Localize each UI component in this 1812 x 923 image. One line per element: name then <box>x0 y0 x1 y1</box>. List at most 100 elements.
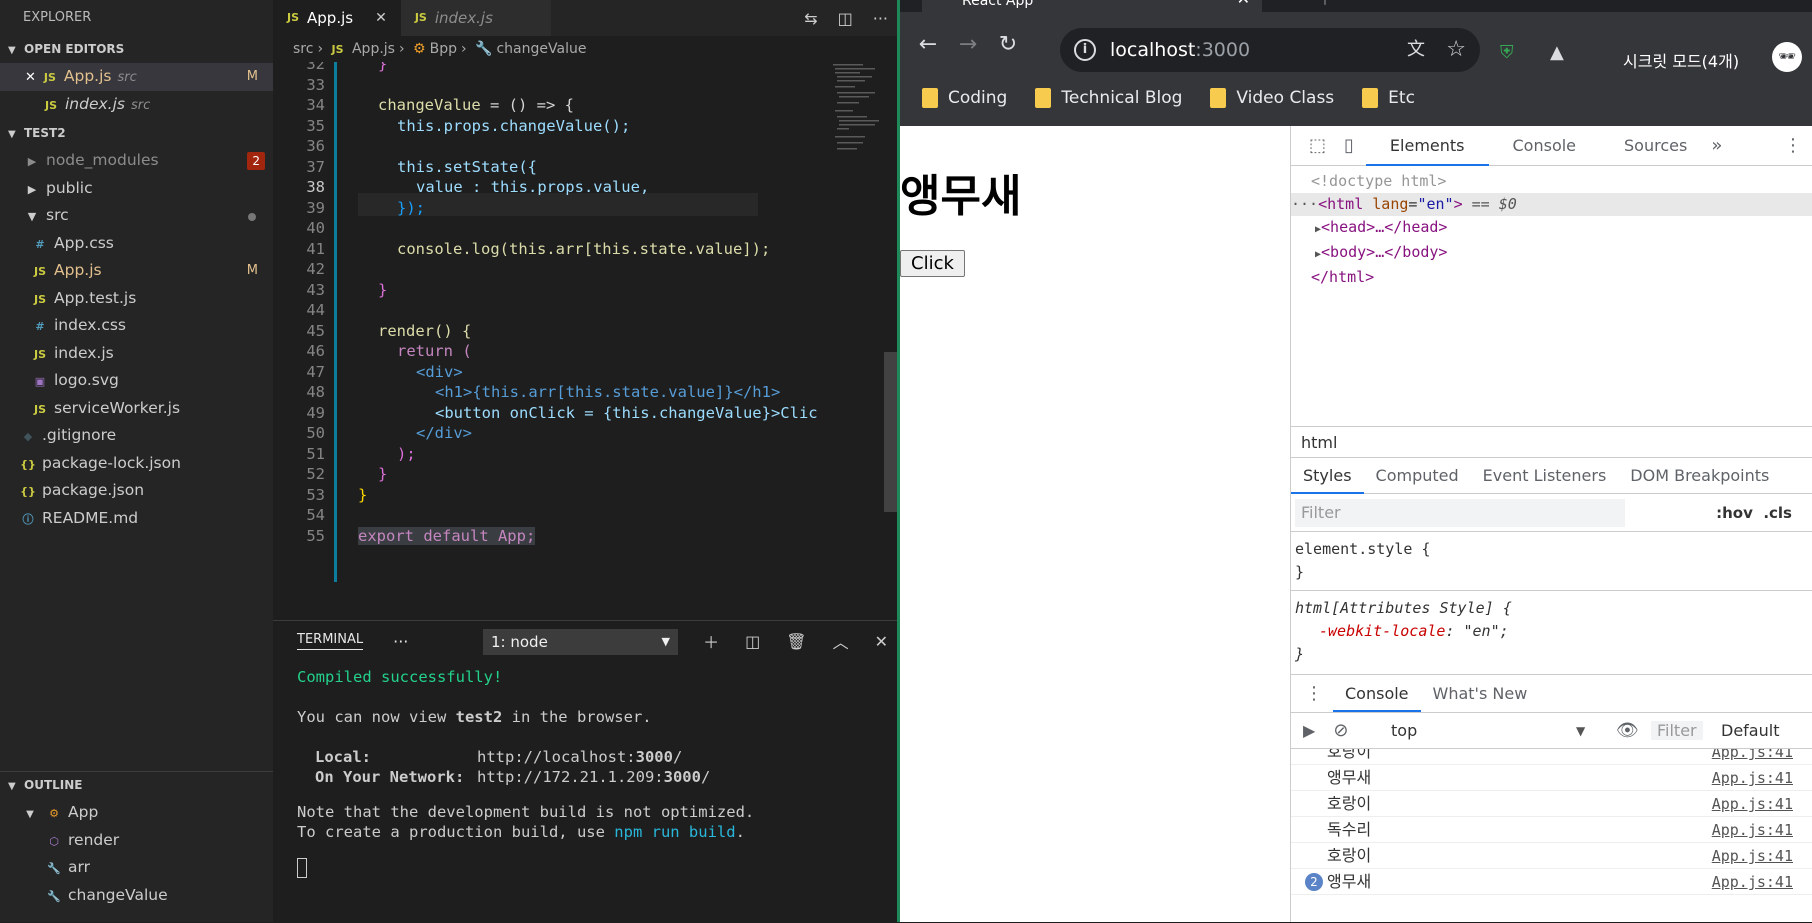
tree-item-src[interactable]: ▼ src <box>0 202 273 230</box>
close-panel-icon[interactable]: ✕ <box>875 632 888 651</box>
log-source-link[interactable]: App.js:41 <box>1712 843 1793 869</box>
console-filter-input[interactable]: Filter <box>1651 721 1703 740</box>
breadcrumb-item[interactable]: src <box>293 41 313 57</box>
terminal-select[interactable]: 1: node ▼ <box>483 629 678 655</box>
sidebar-toggle-icon[interactable]: ▶ <box>1303 721 1315 740</box>
dom-node-html[interactable]: ···<html lang="en"> == $0 <box>1291 193 1812 216</box>
click-button[interactable]: Click <box>900 250 965 277</box>
outline-item-arr[interactable]: 🔧 arr <box>0 854 273 882</box>
tree-item-service-worker[interactable]: JS serviceWorker.js <box>0 395 273 423</box>
tree-item-app-js[interactable]: JS App.js M <box>0 257 273 285</box>
cls-toggle[interactable]: .cls <box>1763 504 1792 522</box>
bookmark-folder-coding[interactable]: Coding <box>922 88 1007 108</box>
new-terminal-icon[interactable]: ＋ <box>703 629 719 653</box>
back-icon[interactable]: ← <box>908 32 948 57</box>
close-tab-icon[interactable]: ✕ <box>1237 0 1250 10</box>
outline-header[interactable]: ▼ OUTLINE <box>0 772 273 799</box>
breadcrumb-item[interactable]: Bpp <box>430 41 457 57</box>
open-editor-index-js[interactable]: JS index.js src <box>0 91 273 119</box>
bookmark-folder-video-class[interactable]: Video Class <box>1210 88 1334 108</box>
console-log-row[interactable]: 호랑이 App.js:41 <box>1291 791 1812 817</box>
more-actions-icon[interactable]: ··· <box>393 632 408 651</box>
terminal-output[interactable]: Compiled successfully! You can now view … <box>273 661 898 878</box>
scroll-thumb[interactable] <box>884 352 898 512</box>
style-rule-attributes[interactable]: html[Attributes Style] { -webkit-locale:… <box>1291 591 1812 672</box>
log-source-link[interactable]: App.js:41 <box>1712 817 1793 843</box>
styles-filter-input[interactable]: Filter <box>1295 498 1625 527</box>
console-log-row[interactable]: 호랑이 App.js:41 <box>1291 749 1812 765</box>
more-tabs-icon[interactable]: » <box>1711 135 1722 156</box>
tree-item-node-modules[interactable]: ▶ node_modules 2 <box>0 147 273 175</box>
breadcrumb-item[interactable]: App.js <box>352 41 395 57</box>
device-toolbar-icon[interactable]: ▯ <box>1344 135 1354 156</box>
bookmark-folder-technical-blog[interactable]: Technical Blog <box>1035 88 1182 108</box>
dom-node-head[interactable]: ▶<head>…</head> <box>1291 216 1812 241</box>
tree-item-app-css[interactable]: # App.css <box>0 230 273 258</box>
incognito-icon[interactable]: 🕶 <box>1772 42 1802 72</box>
split-editor-icon[interactable]: ◫ <box>838 9 853 28</box>
translate-icon[interactable]: 文 <box>1407 28 1425 72</box>
tree-item-readme[interactable]: ⓘ README.md <box>0 505 273 533</box>
outline-item-change-value[interactable]: 🔧 changeValue <box>0 882 273 910</box>
log-source-link[interactable]: App.js:41 <box>1712 765 1793 791</box>
shield-extension-icon[interactable]: ⛨ <box>1500 42 1514 63</box>
site-info-icon[interactable]: i <box>1074 39 1096 61</box>
extension-icon[interactable]: ▲ <box>1550 42 1564 63</box>
kebab-menu-icon[interactable]: ⋮ <box>1784 135 1802 156</box>
tree-item-index-js[interactable]: JS index.js <box>0 340 273 368</box>
close-icon[interactable]: ✕ <box>25 70 36 85</box>
tab-dom-breakpoints[interactable]: DOM Breakpoints <box>1618 458 1781 494</box>
dom-node[interactable]: </html> <box>1291 266 1812 289</box>
tab-styles[interactable]: Styles <box>1291 458 1364 494</box>
drawer-tab-console[interactable]: Console <box>1333 676 1421 712</box>
new-tab-icon[interactable]: ＋ <box>1318 0 1332 12</box>
log-source-link[interactable]: App.js:41 <box>1712 791 1793 817</box>
element-breadcrumb[interactable]: html <box>1291 426 1812 458</box>
style-rule-element[interactable]: element.style { } <box>1291 532 1812 591</box>
close-tab-icon[interactable]: ✕ <box>375 0 387 36</box>
dom-node[interactable]: <!doctype html> <box>1291 170 1812 193</box>
tab-app-js[interactable]: JS App.js ✕ <box>273 0 401 36</box>
hov-toggle[interactable]: :hov <box>1716 504 1753 522</box>
open-editors-header[interactable]: ▼ OPEN EDITORS <box>0 36 273 63</box>
editor-scrollbar[interactable] <box>884 62 898 620</box>
tree-item-index-css[interactable]: # index.css <box>0 312 273 340</box>
bookmark-folder-etc[interactable]: Etc <box>1362 88 1415 108</box>
tree-item-logo-svg[interactable]: ▣ logo.svg <box>0 367 273 395</box>
dom-node-body[interactable]: ▶<body>…</body> <box>1291 241 1812 266</box>
tab-elements[interactable]: Elements <box>1365 126 1489 166</box>
tree-item-public[interactable]: ▶ public <box>0 175 273 203</box>
browser-tab[interactable]: React App ✕ ＋ <box>922 0 1332 12</box>
tree-item-gitignore[interactable]: ◆ .gitignore <box>0 422 273 450</box>
eye-icon[interactable]: 👁 <box>1616 720 1639 741</box>
kebab-menu-icon[interactable]: ⋮ <box>1305 683 1323 704</box>
tab-index-js[interactable]: JS index.js <box>400 0 551 36</box>
trash-icon[interactable]: 🗑 <box>786 632 806 651</box>
forward-icon[interactable]: → <box>948 32 988 57</box>
tab-event-listeners[interactable]: Event Listeners <box>1471 458 1619 494</box>
code-area[interactable]: 32 33 34 35 36 37 38 39 40 41 42 43 44 4… <box>273 62 833 620</box>
console-log-row[interactable]: 앵무새 App.js:41 <box>1291 765 1812 791</box>
incognito-label[interactable]: 시크릿 모드(4개) <box>1623 48 1739 72</box>
open-editor-app-js[interactable]: ✕ JS App.js src M <box>0 63 273 91</box>
clear-console-icon[interactable]: ⊘ <box>1333 720 1348 741</box>
compare-changes-icon[interactable]: ⇆ <box>804 9 817 28</box>
tree-item-package-json[interactable]: {} package.json <box>0 477 273 505</box>
tab-console[interactable]: Console <box>1489 126 1601 166</box>
log-source-link[interactable]: App.js:41 <box>1712 869 1793 895</box>
terminal-tab[interactable]: TERMINAL <box>297 632 364 650</box>
console-log-row[interactable]: 2 앵무새 App.js:41 <box>1291 869 1812 895</box>
console-log-row[interactable]: 독수리 App.js:41 <box>1291 817 1812 843</box>
address-bar[interactable]: i localhost:3000 文 ☆ <box>1060 28 1480 72</box>
split-terminal-icon[interactable]: ◫ <box>745 632 760 651</box>
outline-item-app[interactable]: ▼ ⚙ App <box>0 799 273 827</box>
tree-item-package-lock[interactable]: {} package-lock.json <box>0 450 273 478</box>
project-header[interactable]: ▼ TEST2 <box>0 120 273 147</box>
tree-item-app-test-js[interactable]: JS App.test.js <box>0 285 273 313</box>
tab-computed[interactable]: Computed <box>1364 458 1471 494</box>
context-select[interactable]: top <box>1391 721 1581 740</box>
breadcrumb-item[interactable]: changeValue <box>496 41 586 57</box>
minimap[interactable] <box>831 62 886 620</box>
drawer-tab-whats-new[interactable]: What's New <box>1421 676 1540 712</box>
dom-tree[interactable]: <!doctype html> ···<html lang="en"> == $… <box>1291 166 1812 426</box>
